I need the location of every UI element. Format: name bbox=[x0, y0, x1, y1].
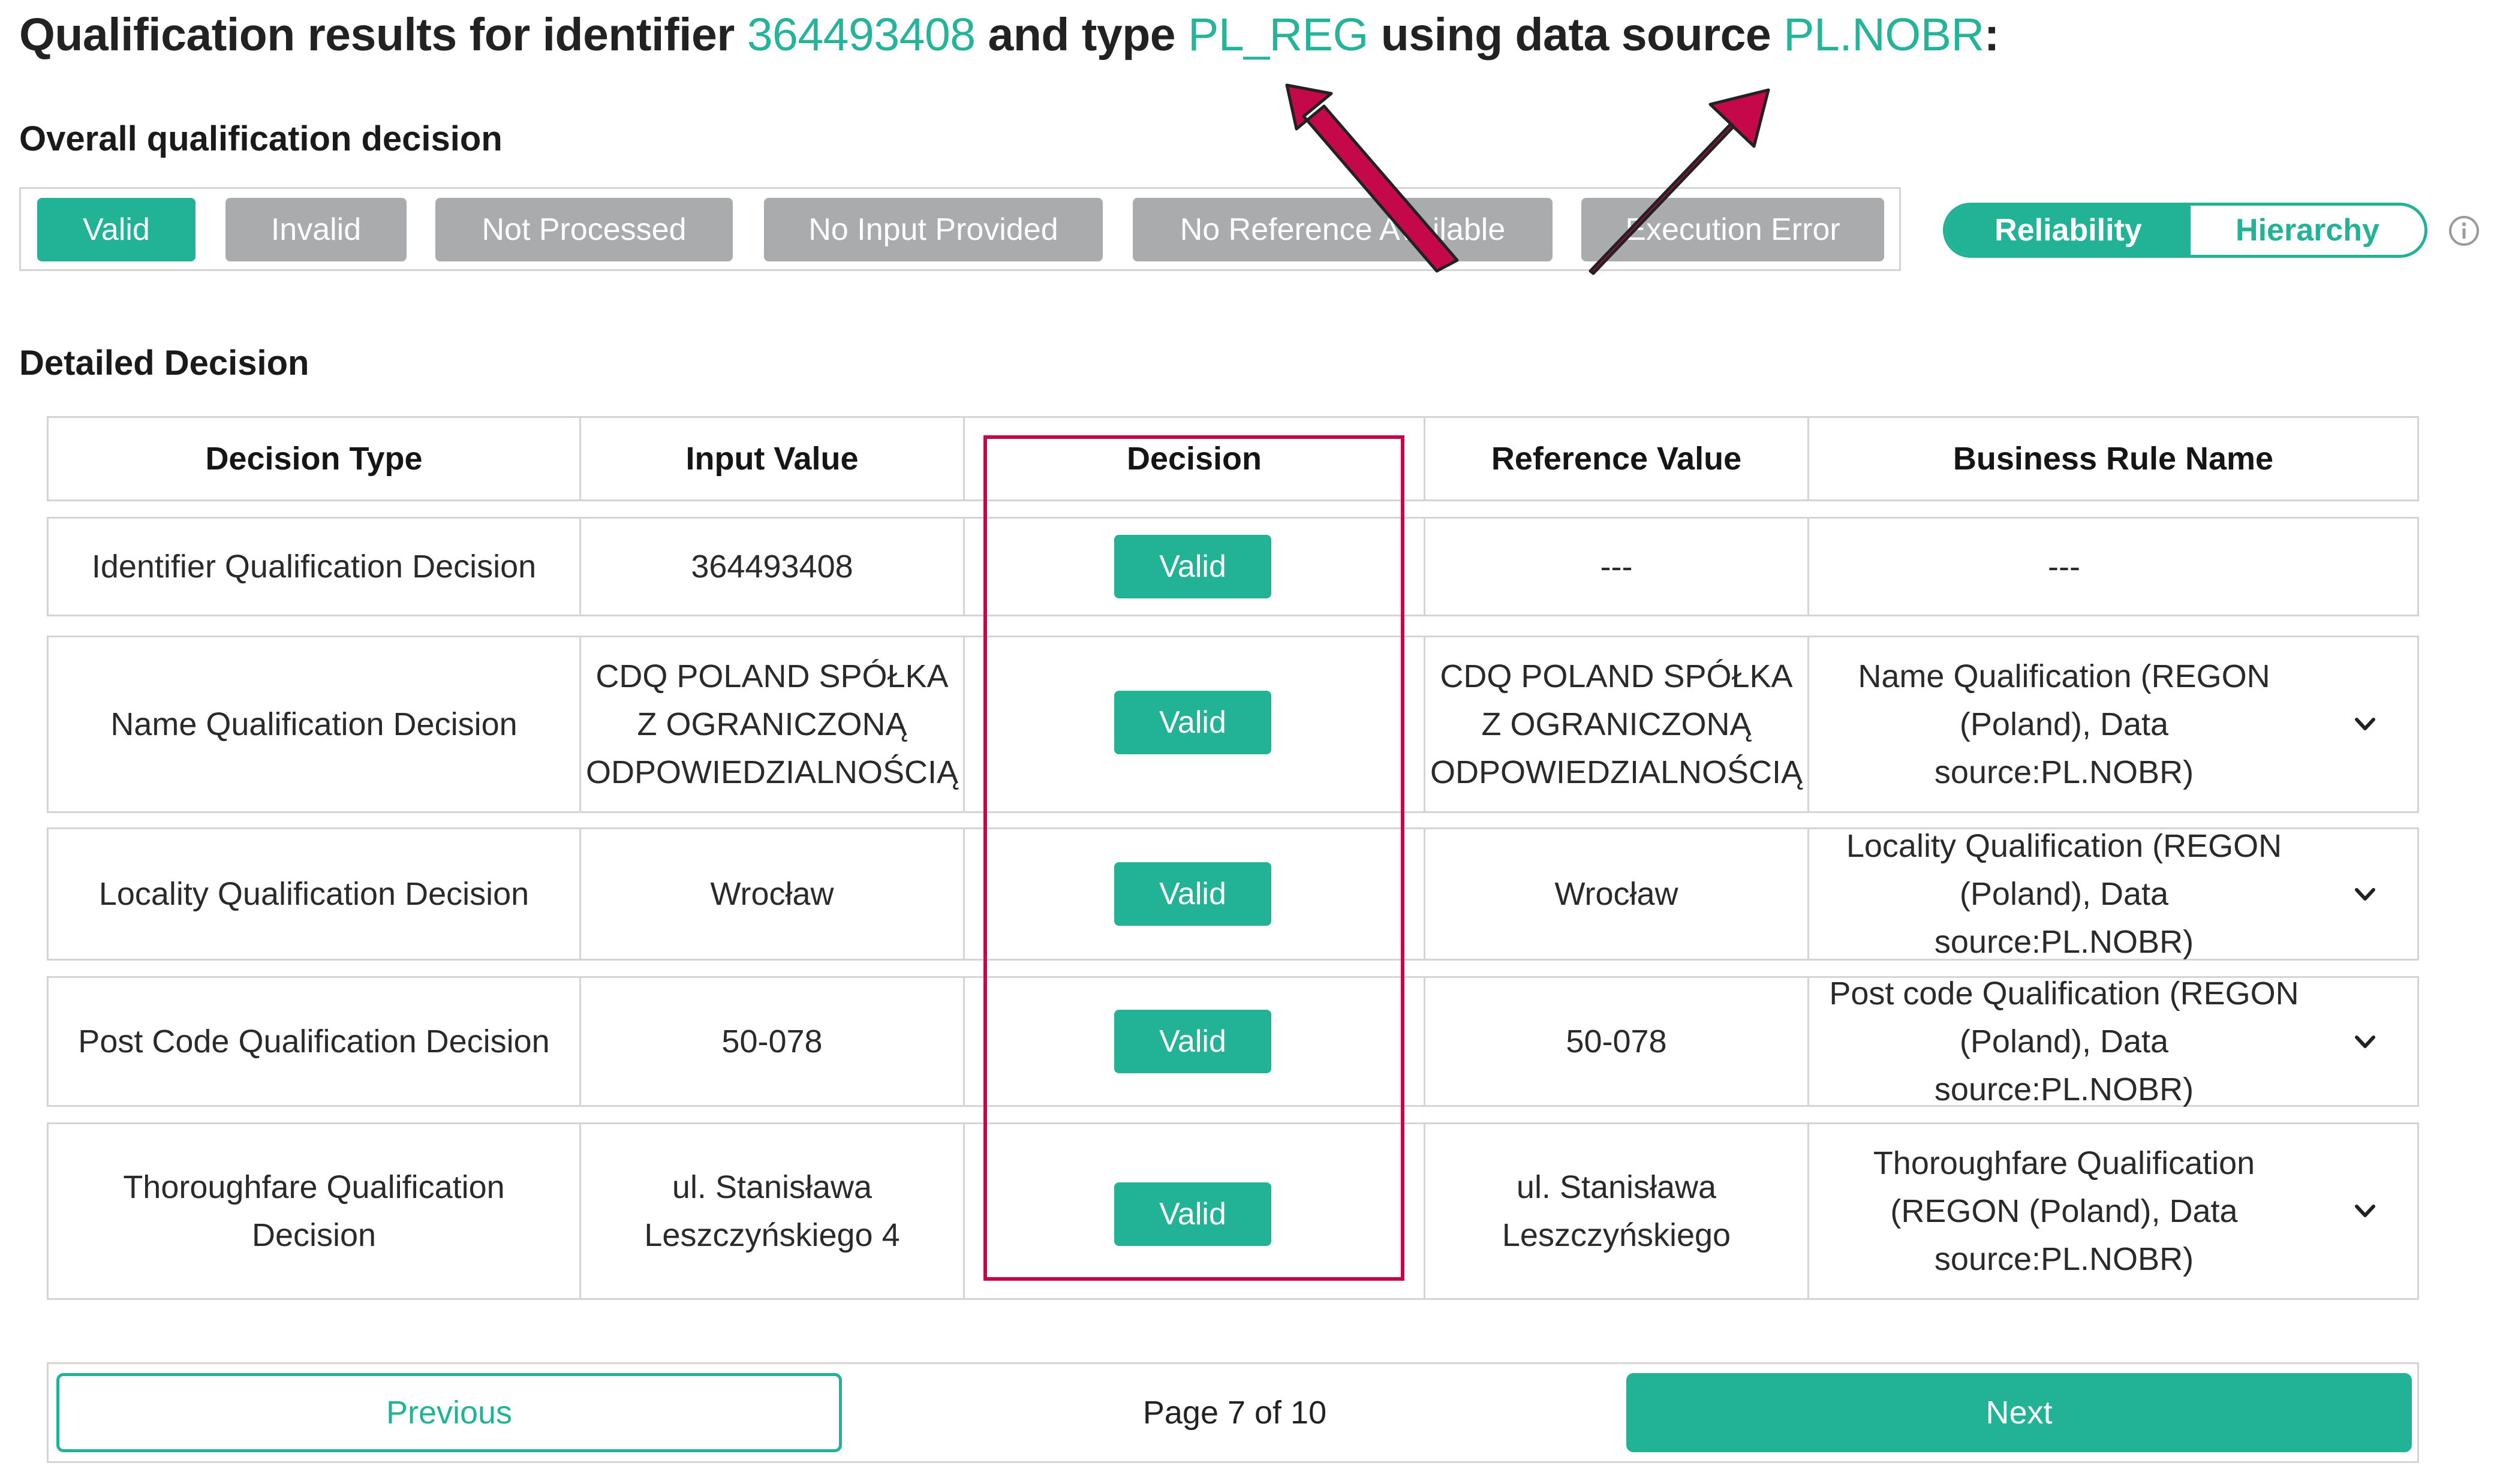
column-divider bbox=[579, 1122, 581, 1300]
title-prefix: Qualification results for identifier bbox=[19, 9, 747, 61]
column-divider bbox=[1807, 976, 1809, 1107]
column-divider bbox=[963, 517, 965, 616]
status-invalid-button[interactable]: Invalid bbox=[225, 198, 407, 261]
status-no-input-button[interactable]: No Input Provided bbox=[764, 198, 1103, 261]
next-button[interactable]: Next bbox=[1626, 1373, 2412, 1452]
title-source-text: using data source bbox=[1368, 9, 1784, 61]
column-divider bbox=[579, 636, 581, 813]
cell-reference-value: 50-078 bbox=[1566, 1024, 1667, 1059]
source-value: PL.NOBR bbox=[1783, 9, 1984, 61]
overall-decision-label: Overall qualification decision bbox=[19, 119, 503, 158]
page-title: Qualification results for identifier 364… bbox=[19, 8, 1999, 62]
status-not-processed-button[interactable]: Not Processed bbox=[435, 198, 733, 261]
header-input-value: Input Value bbox=[685, 441, 859, 477]
cell-reference-value: ul. Stanisława Leszczyńskiego bbox=[1502, 1169, 1731, 1253]
cell-decision-type: Locality Qualification Decision bbox=[98, 876, 530, 912]
cell-business-rule: Thoroughfare Qualification (REGON (Polan… bbox=[1873, 1145, 2255, 1277]
title-suffix: : bbox=[1984, 9, 2000, 61]
cell-decision-type: Name Qualification Decision bbox=[110, 706, 518, 742]
status-valid-button[interactable]: Valid bbox=[37, 198, 195, 261]
column-divider bbox=[1424, 636, 1425, 813]
column-divider bbox=[963, 976, 965, 1107]
identifier-value: 364493408 bbox=[747, 9, 976, 61]
header-decision-type: Decision Type bbox=[205, 441, 423, 477]
cell-input-value: CDQ POLAND SPÓŁKA Z OGRANICZONĄ ODPOWIED… bbox=[585, 658, 959, 790]
cell-business-rule: --- bbox=[2048, 549, 2080, 585]
status-no-reference-button[interactable]: No Reference Available bbox=[1133, 198, 1553, 261]
cell-input-value: Wrocław bbox=[710, 876, 834, 912]
chevron-down-icon[interactable] bbox=[2347, 877, 2383, 913]
column-divider bbox=[963, 827, 965, 961]
cell-decision-type: Identifier Qualification Decision bbox=[91, 549, 537, 585]
cell-reference-value: CDQ POLAND SPÓŁKA Z OGRANICZONĄ ODPOWIED… bbox=[1430, 658, 1803, 790]
header-business-rule-name: Business Rule Name bbox=[1953, 441, 2274, 477]
column-divider bbox=[1424, 1122, 1425, 1300]
previous-button[interactable]: Previous bbox=[56, 1373, 842, 1452]
cell-business-rule: Locality Qualification (REGON (Poland), … bbox=[1846, 828, 2282, 960]
toggle-hierarchy[interactable]: Hierarchy bbox=[2191, 206, 2424, 255]
reliability-hierarchy-toggle[interactable]: Reliability Hierarchy bbox=[1943, 203, 2427, 258]
cell-input-value: ul. Stanisława Leszczyńskiego 4 bbox=[644, 1169, 900, 1253]
info-icon[interactable] bbox=[2448, 215, 2480, 247]
cell-input-value: 50-078 bbox=[721, 1024, 823, 1059]
cell-business-rule: Post code Qualification (REGON (Poland),… bbox=[1829, 976, 2299, 1107]
chevron-down-icon[interactable] bbox=[2347, 1193, 2383, 1229]
cell-reference-value: Wrocław bbox=[1554, 876, 1678, 912]
cell-business-rule: Name Qualification (REGON (Poland), Data… bbox=[1858, 658, 2270, 790]
type-value: PL_REG bbox=[1188, 9, 1368, 61]
cell-decision-type: Thoroughfare Qualification Decision bbox=[123, 1169, 505, 1253]
cell-decision-type: Post Code Qualification Decision bbox=[78, 1024, 550, 1059]
header-reference-value: Reference Value bbox=[1491, 441, 1742, 477]
status-execution-error-button[interactable]: Execution Error bbox=[1581, 198, 1884, 261]
detailed-decision-label: Detailed Decision bbox=[19, 344, 309, 383]
column-divider bbox=[1807, 636, 1809, 813]
cell-input-value: 364493408 bbox=[691, 549, 853, 585]
column-divider bbox=[1807, 827, 1809, 961]
page-indicator: Page 7 of 10 bbox=[1142, 1395, 1327, 1431]
toggle-reliability[interactable]: Reliability bbox=[1946, 206, 2191, 255]
column-divider bbox=[963, 636, 965, 813]
title-type-text: and type bbox=[975, 9, 1189, 61]
chevron-down-icon[interactable] bbox=[2347, 1024, 2383, 1060]
chevron-down-icon[interactable] bbox=[2347, 706, 2383, 742]
column-divider bbox=[1807, 1122, 1809, 1300]
cell-reference-value: --- bbox=[1600, 549, 1633, 585]
decision-column-highlight bbox=[983, 435, 1404, 1281]
column-divider bbox=[963, 1122, 965, 1300]
